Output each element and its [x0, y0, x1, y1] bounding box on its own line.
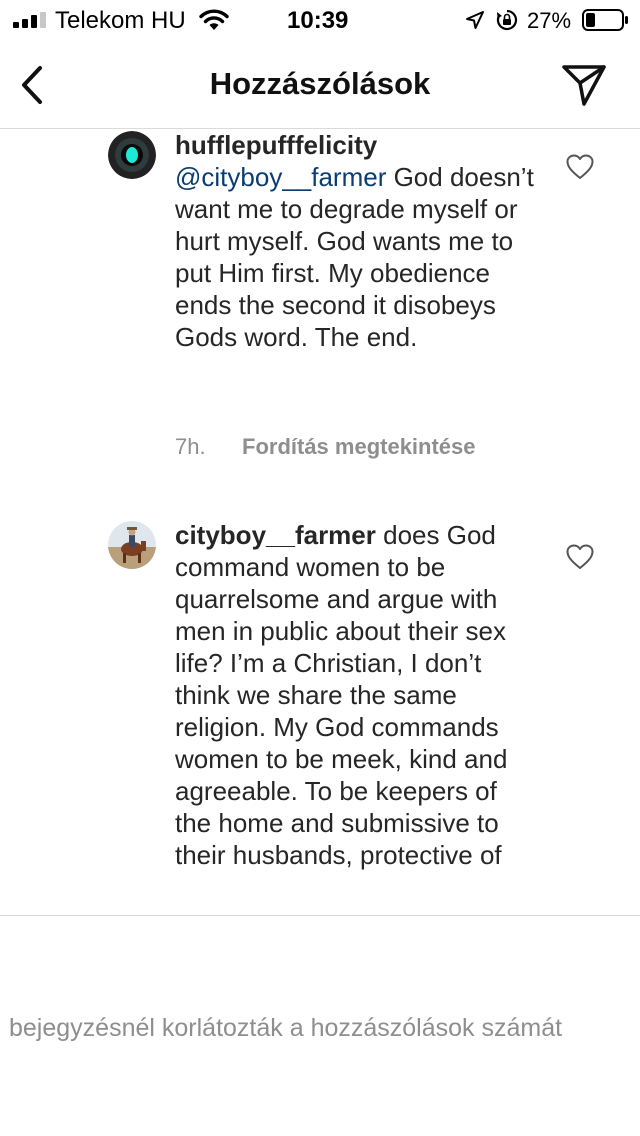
user-avatar-icon [108, 131, 156, 179]
avatar[interactable] [108, 521, 156, 569]
comment-username[interactable]: hufflepufffelicity [175, 130, 377, 160]
user-avatar-photo [108, 521, 156, 569]
rotation-lock-icon [496, 9, 518, 31]
comment-body: does God command women to be quarrelsome… [175, 520, 508, 870]
clock: 10:39 [287, 7, 349, 34]
battery-icon [582, 9, 628, 31]
carrier-name: Telekom HU [55, 7, 186, 34]
restricted-notice: bejegyzésnél korlátozták a hozzászólások… [9, 1014, 563, 1042]
nav-bar: Hozzászólások [0, 42, 640, 129]
comment-username[interactable]: cityboy__farmer [175, 520, 376, 550]
comment-text: cityboy__farmer does God command women t… [175, 519, 535, 871]
comments-list: hufflepufffelicity @cityboy__farmer God … [0, 129, 640, 915]
comment-meta: 7h. Fordítás megtekintése [175, 432, 476, 462]
heart-icon[interactable] [566, 544, 594, 570]
translate-link[interactable]: Fordítás megtekintése [242, 434, 476, 459]
paper-plane-icon[interactable] [560, 62, 608, 108]
battery-percentage: 27% [527, 8, 572, 33]
status-bar: Telekom HU 10:39 27% [0, 0, 640, 42]
comments-restricted-footer: bejegyzésnél korlátozták a hozzászólások… [0, 915, 640, 1136]
heart-icon[interactable] [566, 154, 594, 180]
comment-text: hufflepufffelicity @cityboy__farmer God … [175, 129, 535, 353]
location-arrow-icon [466, 11, 484, 29]
comment-time: 7h. [175, 434, 206, 459]
avatar[interactable] [108, 131, 156, 179]
comment-mention[interactable]: @cityboy__farmer [175, 162, 386, 192]
page-title: Hozzászólások [209, 66, 431, 101]
wifi-icon [199, 9, 229, 30]
cellular-signal-icon [13, 12, 46, 28]
